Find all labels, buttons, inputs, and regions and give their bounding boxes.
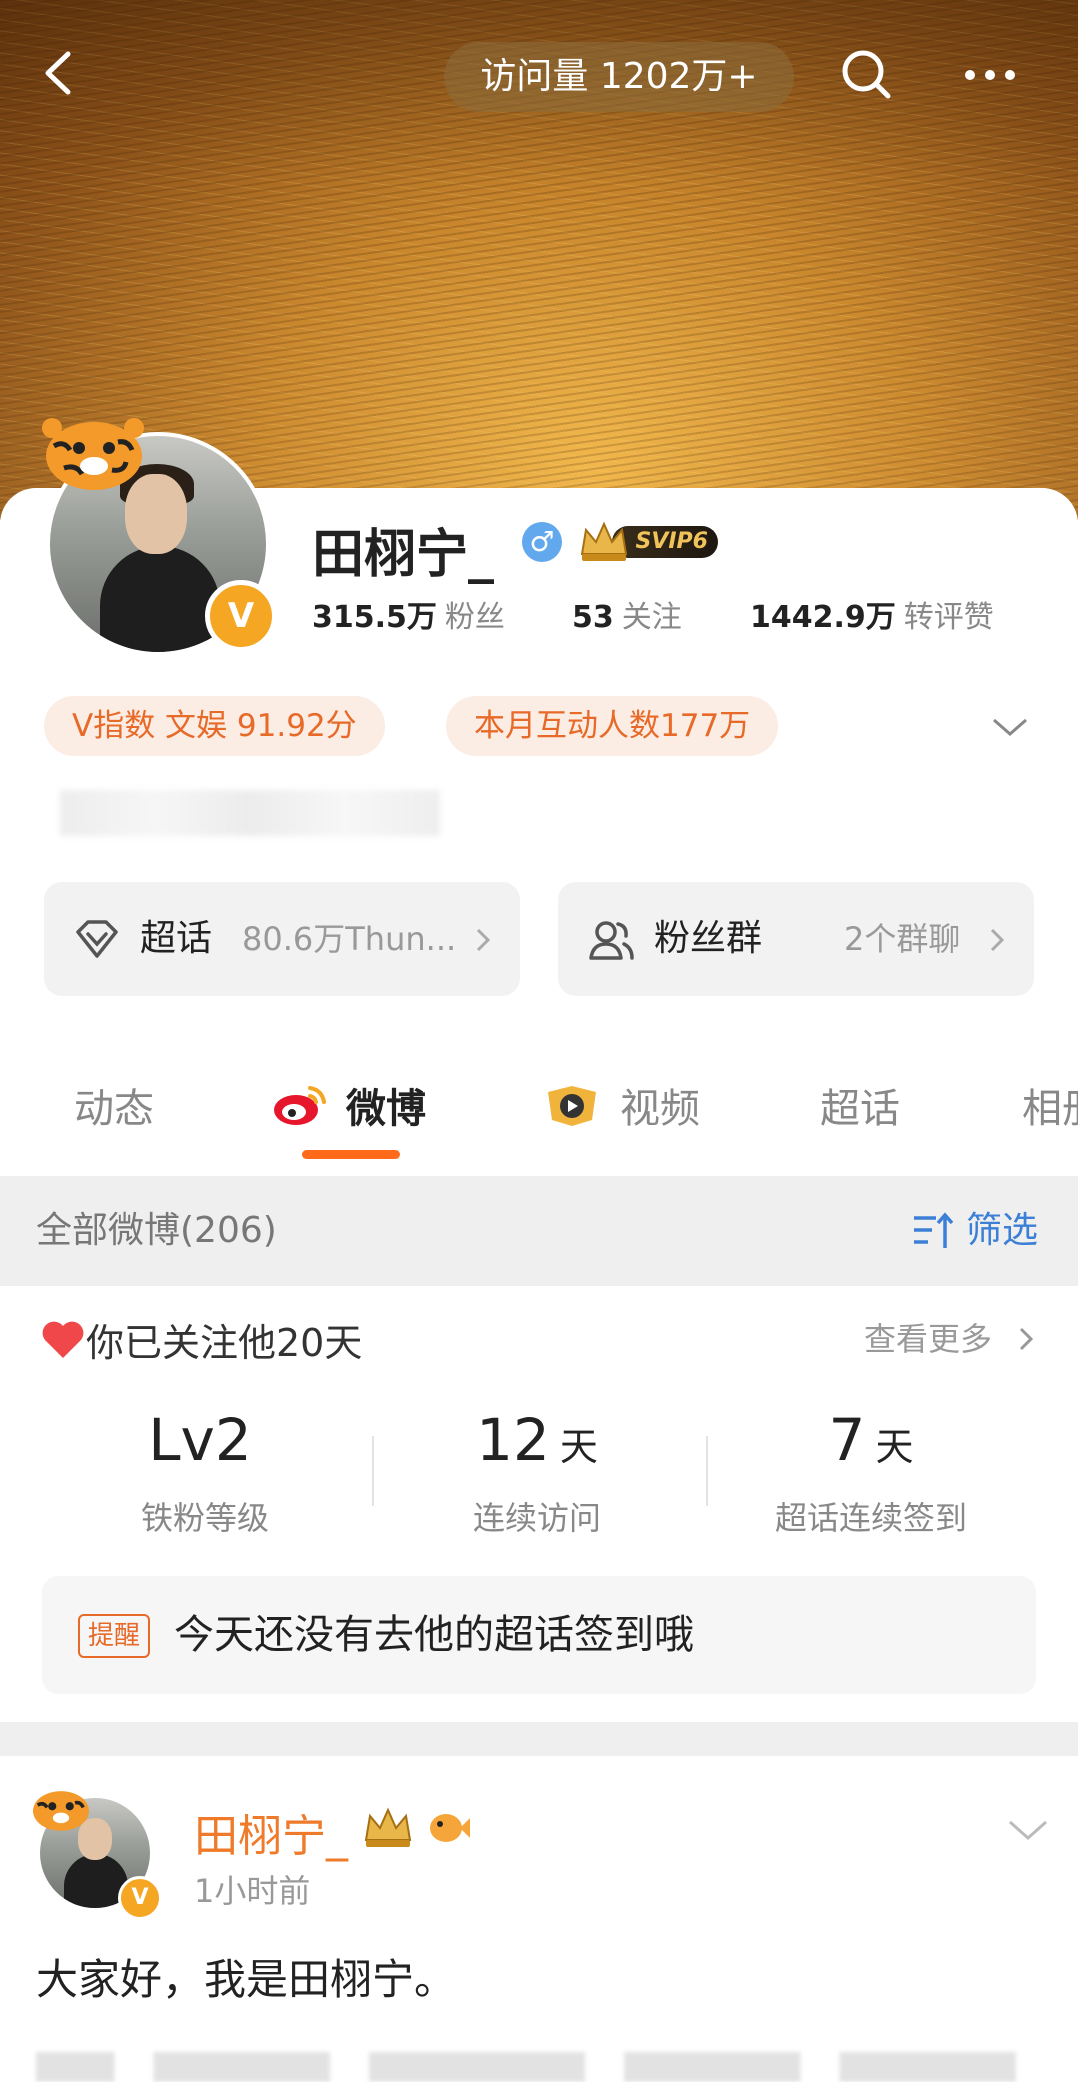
reminder-tag: 提醒 <box>78 1614 151 1658</box>
weibo-logo-icon <box>274 1086 326 1125</box>
metric-visit-streak: 12 天 连续访问 <box>412 1400 662 1539</box>
post-text-continuation <box>36 2052 1016 2082</box>
blurred-bio <box>60 790 440 836</box>
post-author-avatar[interactable]: V <box>28 1780 168 1920</box>
people-icon <box>589 921 634 960</box>
stat-fans-value: 315.5万 <box>312 600 437 635</box>
metric-checkin-streak-label: 超话连续签到 <box>774 1499 967 1537</box>
reminder-text: 今天还没有去他的超话签到哦 <box>174 1612 694 1658</box>
top-bar: 访问量 1202万+ <box>0 30 1078 120</box>
metric-divider <box>372 1436 374 1506</box>
gender-male-icon: ♂ <box>522 522 562 562</box>
back-arrow-icon[interactable] <box>36 48 86 98</box>
filter-icon <box>914 1212 954 1248</box>
metric-checkin-streak-value: 7天 <box>828 1406 914 1474</box>
tab-weibo[interactable]: 微博 <box>346 1076 426 1134</box>
diamond-icon <box>76 920 118 958</box>
tab-super-topic[interactable]: 超话 <box>820 1076 900 1134</box>
super-topic-title: 超话 <box>140 918 213 959</box>
tiger-pendant-icon <box>42 418 144 490</box>
stat-following-value: 53 <box>572 600 614 635</box>
profile-avatar[interactable]: V <box>40 418 280 660</box>
follow-days: 你已关注他20天 <box>86 1321 363 1365</box>
metric-fan-level-label: 铁粉等级 <box>140 1499 269 1537</box>
chevron-right-icon <box>476 928 491 952</box>
stat-reposts-value: 1442.9万 <box>750 600 896 635</box>
fish-badge-icon <box>430 1814 470 1842</box>
svip-badge[interactable]: SVIP6 <box>576 518 722 564</box>
stat-following-label: 关注 <box>621 600 682 635</box>
tab-video[interactable]: 视频 <box>620 1076 700 1134</box>
chevron-right-icon <box>990 928 1005 952</box>
active-tab-indicator <box>302 1150 400 1159</box>
metric-fan-level: Lv2 铁粉等级 <box>80 1400 330 1539</box>
super-topic-entry[interactable]: 超话 80.6万Thun... <box>44 882 520 996</box>
see-more-link[interactable]: 查看更多 <box>864 1314 992 1360</box>
visit-count-pill[interactable]: 访问量 1202万+ <box>444 42 794 112</box>
fan-group-entry[interactable]: 粉丝群 2个群聊 <box>558 882 1034 996</box>
checkin-reminder[interactable]: 提醒 今天还没有去他的超话签到哦 <box>42 1576 1036 1694</box>
video-tab-icon <box>548 1086 596 1126</box>
monthly-interaction-chip[interactable]: 本月互动人数177万 <box>446 696 779 756</box>
post-author-name[interactable]: 田栩宁_ <box>194 1800 348 1864</box>
stat-following[interactable]: 53 关注 <box>572 592 682 636</box>
verified-badge-icon: V <box>118 1876 162 1920</box>
filter-button[interactable]: 筛选 <box>966 1176 1038 1286</box>
stat-reposts[interactable]: 1442.9万 转评赞 <box>750 592 994 636</box>
all-weibo-count: 全部微博(206) <box>36 1210 277 1251</box>
more-icon[interactable] <box>960 52 1020 98</box>
metric-visit-streak-label: 连续访问 <box>472 1499 601 1537</box>
metric-visit-streak-value: 12 天 <box>476 1406 598 1474</box>
post-menu-chevron-icon[interactable] <box>1006 1814 1050 1844</box>
stat-fans[interactable]: 315.5万 粉丝 <box>312 592 505 636</box>
chevron-right-icon <box>1019 1327 1034 1351</box>
crown-icon <box>580 521 628 561</box>
tiger-pendant-icon <box>33 1791 89 1831</box>
metric-divider <box>706 1436 708 1506</box>
profile-tabs: 动态 微博 视频 超话 相册 <box>0 1050 1078 1170</box>
tab-feed[interactable]: 动态 <box>74 1076 154 1134</box>
filter-bar: 全部微博(206) 筛选 <box>0 1176 1078 1286</box>
post-time: 1小时前 <box>194 1872 311 1910</box>
stat-fans-label: 粉丝 <box>444 600 505 635</box>
fan-group-sub: 2个群聊 <box>844 920 961 958</box>
v-index-chip[interactable]: V指数 文娱 91.92分 <box>44 696 385 756</box>
metric-checkin-streak: 7天 超话连续签到 <box>746 1400 996 1539</box>
tab-album[interactable]: 相册 <box>1022 1076 1078 1134</box>
crown-icon <box>364 1807 412 1847</box>
metric-fan-level-value: Lv2 <box>148 1406 252 1474</box>
section-separator <box>0 1722 1078 1756</box>
expand-chevron-icon[interactable] <box>990 712 1030 742</box>
stat-reposts-label: 转评赞 <box>903 600 994 635</box>
post-text: 大家好，我是田栩宁。 <box>36 1955 457 2004</box>
verified-badge-icon: V <box>205 580 277 652</box>
super-topic-sub: 80.6万Thun... <box>242 920 457 958</box>
search-icon[interactable] <box>838 46 896 104</box>
fan-group-title: 粉丝群 <box>654 918 763 959</box>
profile-name: 田栩宁_ <box>312 525 495 585</box>
heart-icon <box>42 1321 84 1358</box>
